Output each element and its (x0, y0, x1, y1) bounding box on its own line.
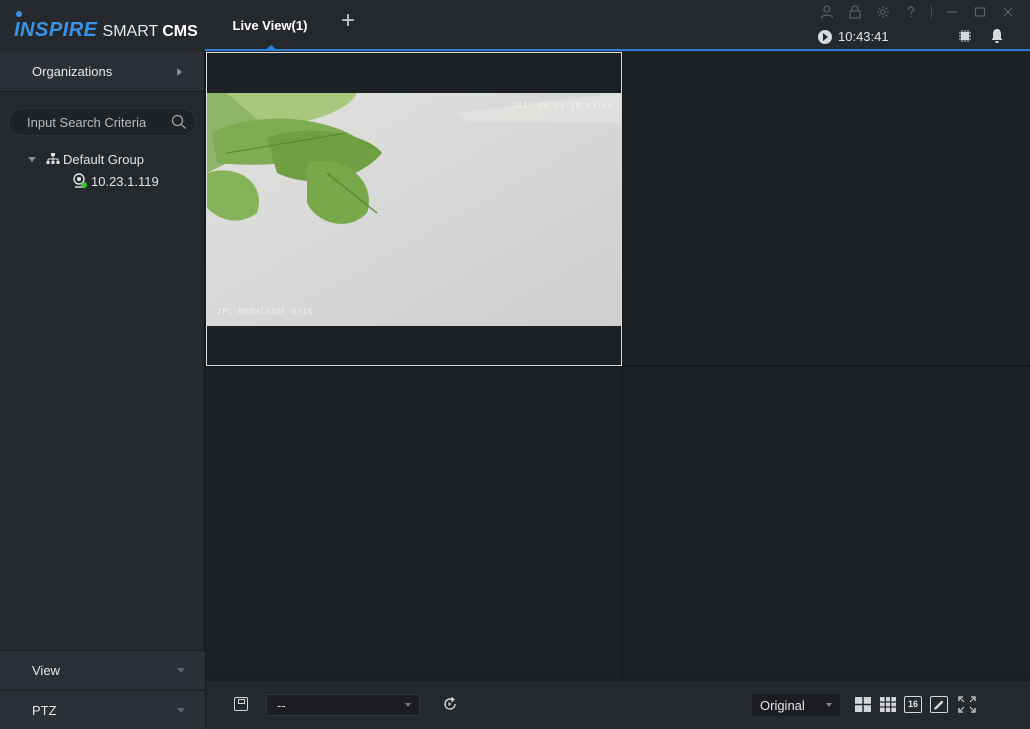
logo-brand: INSPIRE (14, 19, 98, 41)
chevron-right-icon (177, 67, 182, 76)
video-window-2[interactable] (623, 52, 1030, 365)
gear-icon[interactable] (875, 4, 891, 20)
device-tree: Default Group 10.23.1.119 (0, 148, 204, 192)
tree-item-default-group[interactable]: Default Group (0, 148, 204, 170)
chevron-down-icon (177, 667, 185, 673)
play-status-icon (818, 29, 832, 44)
osd-camera-name: IPC-HDBW1320E-0315 (217, 307, 313, 316)
view-section-label: View (32, 662, 60, 678)
video-grid: 2017-06-21 10:43:46 IPC-HDBW1320E-0315 (206, 52, 1030, 679)
clock-time: 10:43:41 (838, 29, 889, 44)
bell-icon[interactable] (990, 28, 1004, 44)
help-icon[interactable] (903, 4, 919, 20)
tree-item-label: 10.23.1.119 (91, 173, 159, 189)
expand-triangle-icon[interactable] (28, 156, 36, 162)
video-window-4[interactable] (623, 367, 1030, 679)
layout-4-icon[interactable] (854, 696, 872, 713)
minimize-icon[interactable] (944, 4, 960, 20)
clock: 10:43:41 (818, 29, 889, 44)
live-view-toolbar: -- Original 16 (206, 681, 1030, 729)
add-tab-button[interactable]: + (336, 9, 360, 34)
view-select[interactable]: -- (266, 694, 420, 716)
custom-layout-edit-icon[interactable] (930, 696, 948, 713)
layout-9-icon[interactable] (879, 696, 897, 713)
logo-dot (16, 11, 22, 17)
osd-timestamp: 2017-06-21 10:43:46 (511, 101, 613, 110)
layout-16-button[interactable]: 16 (904, 696, 922, 713)
close-icon[interactable] (1000, 4, 1016, 20)
save-view-icon[interactable] (234, 697, 248, 711)
ptz-section-header[interactable]: PTZ (0, 690, 205, 729)
aspect-ratio-value: Original (760, 697, 805, 713)
live-video-feed[interactable]: 2017-06-21 10:43:46 IPC-HDBW1320E-0315 (207, 93, 621, 326)
organizations-label: Organizations (32, 64, 113, 79)
tab-bar-accent-line (205, 49, 1030, 51)
user-icon[interactable] (819, 4, 835, 20)
tree-item-camera[interactable]: 10.23.1.119 (0, 170, 204, 192)
camera-scene-image (207, 93, 621, 326)
chevron-down-icon (405, 703, 411, 707)
tree-item-label: Default Group (63, 151, 144, 167)
search-icon[interactable] (171, 114, 187, 130)
sidebar: Organizations Default Group (0, 52, 205, 729)
logo-smart: SMART (102, 23, 159, 40)
chevron-down-icon (826, 703, 832, 707)
app-logo: INSPIRE SMART CMS (14, 11, 198, 42)
window-controls-divider (931, 5, 932, 19)
ptz-section-label: PTZ (32, 702, 57, 718)
video-window-1[interactable]: 2017-06-21 10:43:46 IPC-HDBW1320E-0315 (206, 52, 622, 366)
search-input[interactable] (27, 114, 167, 130)
window-controls (819, 4, 1016, 20)
title-bar: INSPIRE SMART CMS Live View(1) + 10:43:4… (0, 0, 1030, 52)
refresh-icon[interactable] (442, 696, 458, 712)
aspect-ratio-select[interactable]: Original (752, 694, 840, 716)
video-window-3[interactable] (206, 367, 622, 679)
tab-live-view[interactable]: Live View(1) (218, 0, 322, 51)
search-box (8, 108, 196, 136)
tab-live-view-label: Live View(1) (232, 17, 308, 33)
view-select-value: -- (277, 697, 286, 713)
camera-online-icon (73, 173, 87, 188)
chevron-down-icon (177, 707, 185, 713)
maximize-icon[interactable] (972, 4, 988, 20)
view-section-header[interactable]: View (0, 650, 205, 689)
fullscreen-icon[interactable] (958, 696, 976, 713)
organizations-header[interactable]: Organizations (0, 52, 204, 92)
chip-icon[interactable] (958, 29, 972, 43)
organization-icon (46, 153, 60, 164)
logo-cms: CMS (162, 23, 198, 40)
lock-icon[interactable] (847, 4, 863, 20)
